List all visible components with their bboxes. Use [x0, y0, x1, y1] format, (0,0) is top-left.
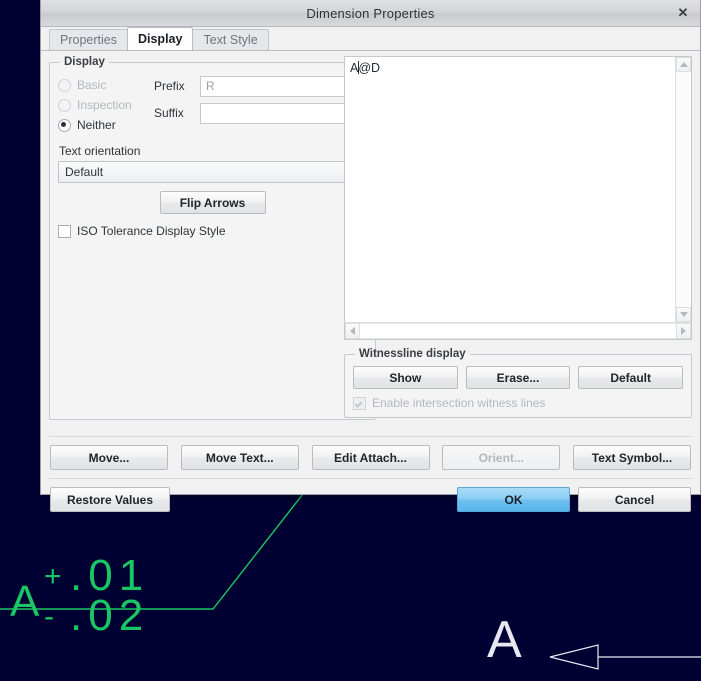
tab-strip: Properties Display Text Style	[41, 27, 700, 51]
witnessline-display-group: Witnessline display Show Erase... Defaul…	[344, 348, 692, 418]
iso-tolerance-row[interactable]: ISO Tolerance Display Style	[58, 224, 367, 238]
editor-text-content[interactable]: A@D	[345, 57, 675, 322]
flip-arrows-button[interactable]: Flip Arrows	[159, 191, 266, 214]
prefix-input[interactable]	[200, 75, 367, 97]
witness-show-button[interactable]: Show	[353, 366, 458, 389]
tab-properties[interactable]: Properties	[49, 29, 128, 50]
ok-button[interactable]: OK	[457, 487, 570, 512]
tab-text-style[interactable]: Text Style	[192, 29, 269, 50]
close-icon[interactable]: ✕	[674, 4, 692, 22]
action-button-row: Move... Move Text... Edit Attach... Orie…	[49, 436, 692, 470]
scroll-right-icon[interactable]	[676, 323, 691, 339]
cancel-button[interactable]: Cancel	[578, 487, 691, 512]
move-button[interactable]: Move...	[50, 445, 168, 470]
orient-button: Orient...	[442, 445, 561, 470]
radio-basic-icon[interactable]	[58, 78, 71, 92]
move-text-button[interactable]: Move Text...	[180, 445, 299, 470]
display-group-legend: Display	[64, 56, 105, 68]
dim-base-char: A	[10, 577, 40, 626]
display-radio-list: Basic Inspection Neither	[58, 74, 150, 136]
witnessline-button-row: Show Erase... Default	[353, 366, 684, 389]
witnessline-group-legend: Witnessline display	[359, 348, 466, 360]
cad-datum-label[interactable]: A	[487, 614, 522, 666]
prefix-suffix-fields: Prefix Suffix	[150, 74, 367, 136]
confirm-button-row: Restore Values OK Cancel	[49, 478, 692, 512]
radio-neither-label: Neither	[77, 118, 116, 132]
radio-row-basic[interactable]: Basic	[58, 76, 150, 94]
text-orientation-label: Text orientation	[59, 144, 141, 158]
left-pane: Display Basic Inspection Neither Prefix …	[49, 56, 376, 428]
edit-attach-button[interactable]: Edit Attach...	[311, 445, 430, 470]
radio-inspection-label: Inspection	[77, 98, 132, 112]
editor-vertical-scrollbar[interactable]	[675, 57, 691, 322]
editor-text-after-caret: @D	[358, 61, 381, 75]
witness-default-button[interactable]: Default	[578, 366, 684, 389]
dialog-titlebar[interactable]: Dimension Properties ✕	[41, 0, 700, 27]
dimension-text-editor[interactable]: A@D	[344, 56, 692, 340]
radio-row-neither[interactable]: Neither	[58, 116, 150, 134]
dim-lower-sign: -	[44, 600, 54, 633]
dim-lower-value: .02	[70, 591, 150, 640]
dim-upper-sign: +	[44, 560, 62, 593]
restore-values-button[interactable]: Restore Values	[50, 487, 170, 512]
radio-row-inspection[interactable]: Inspection	[58, 96, 150, 114]
scroll-down-icon[interactable]	[676, 307, 691, 322]
dialog-body: Display Basic Inspection Neither Prefix …	[41, 50, 700, 512]
display-group: Display Basic Inspection Neither Prefix …	[49, 56, 376, 420]
radio-neither-icon[interactable]	[58, 118, 71, 132]
text-orientation-select[interactable]: Default	[58, 161, 367, 183]
cad-dimension-text[interactable]: A + .01 - .02	[6, 554, 176, 656]
iso-tolerance-checkbox[interactable]	[58, 224, 71, 238]
iso-tolerance-label: ISO Tolerance Display Style	[77, 224, 226, 238]
right-pane: A@D Witnessline display Show Erase... De…	[344, 56, 692, 428]
white-datum-leader	[549, 644, 701, 670]
prefix-label: Prefix	[154, 79, 185, 93]
display-top-grid: Basic Inspection Neither Prefix R Suffix	[58, 74, 367, 136]
hscroll-track[interactable]	[360, 323, 676, 339]
witness-erase-button[interactable]: Erase...	[465, 366, 571, 389]
tab-display[interactable]: Display	[126, 27, 194, 50]
editor-horizontal-scrollbar[interactable]	[345, 322, 691, 339]
prefix-row: Prefix	[154, 74, 367, 98]
scroll-left-icon[interactable]	[345, 323, 360, 339]
text-symbol-button[interactable]: Text Symbol...	[573, 445, 691, 470]
text-orientation-value: Default	[65, 165, 104, 179]
suffix-row: Suffix	[154, 101, 367, 125]
enable-intersection-row: Enable intersection witness lines	[353, 396, 683, 410]
panes-row: Display Basic Inspection Neither Prefix …	[49, 56, 692, 428]
suffix-input[interactable]	[200, 102, 367, 124]
radio-basic-label: Basic	[77, 78, 107, 92]
enable-intersection-label: Enable intersection witness lines	[372, 396, 546, 410]
radio-inspection-icon[interactable]	[58, 98, 71, 112]
dimension-properties-dialog: Dimension Properties ✕ Properties Displa…	[40, 0, 701, 512]
suffix-label: Suffix	[154, 106, 184, 120]
scroll-up-icon[interactable]	[676, 57, 691, 72]
dialog-title: Dimension Properties	[306, 5, 435, 21]
enable-intersection-checkbox	[353, 396, 366, 410]
editor-main: A@D	[345, 57, 691, 322]
